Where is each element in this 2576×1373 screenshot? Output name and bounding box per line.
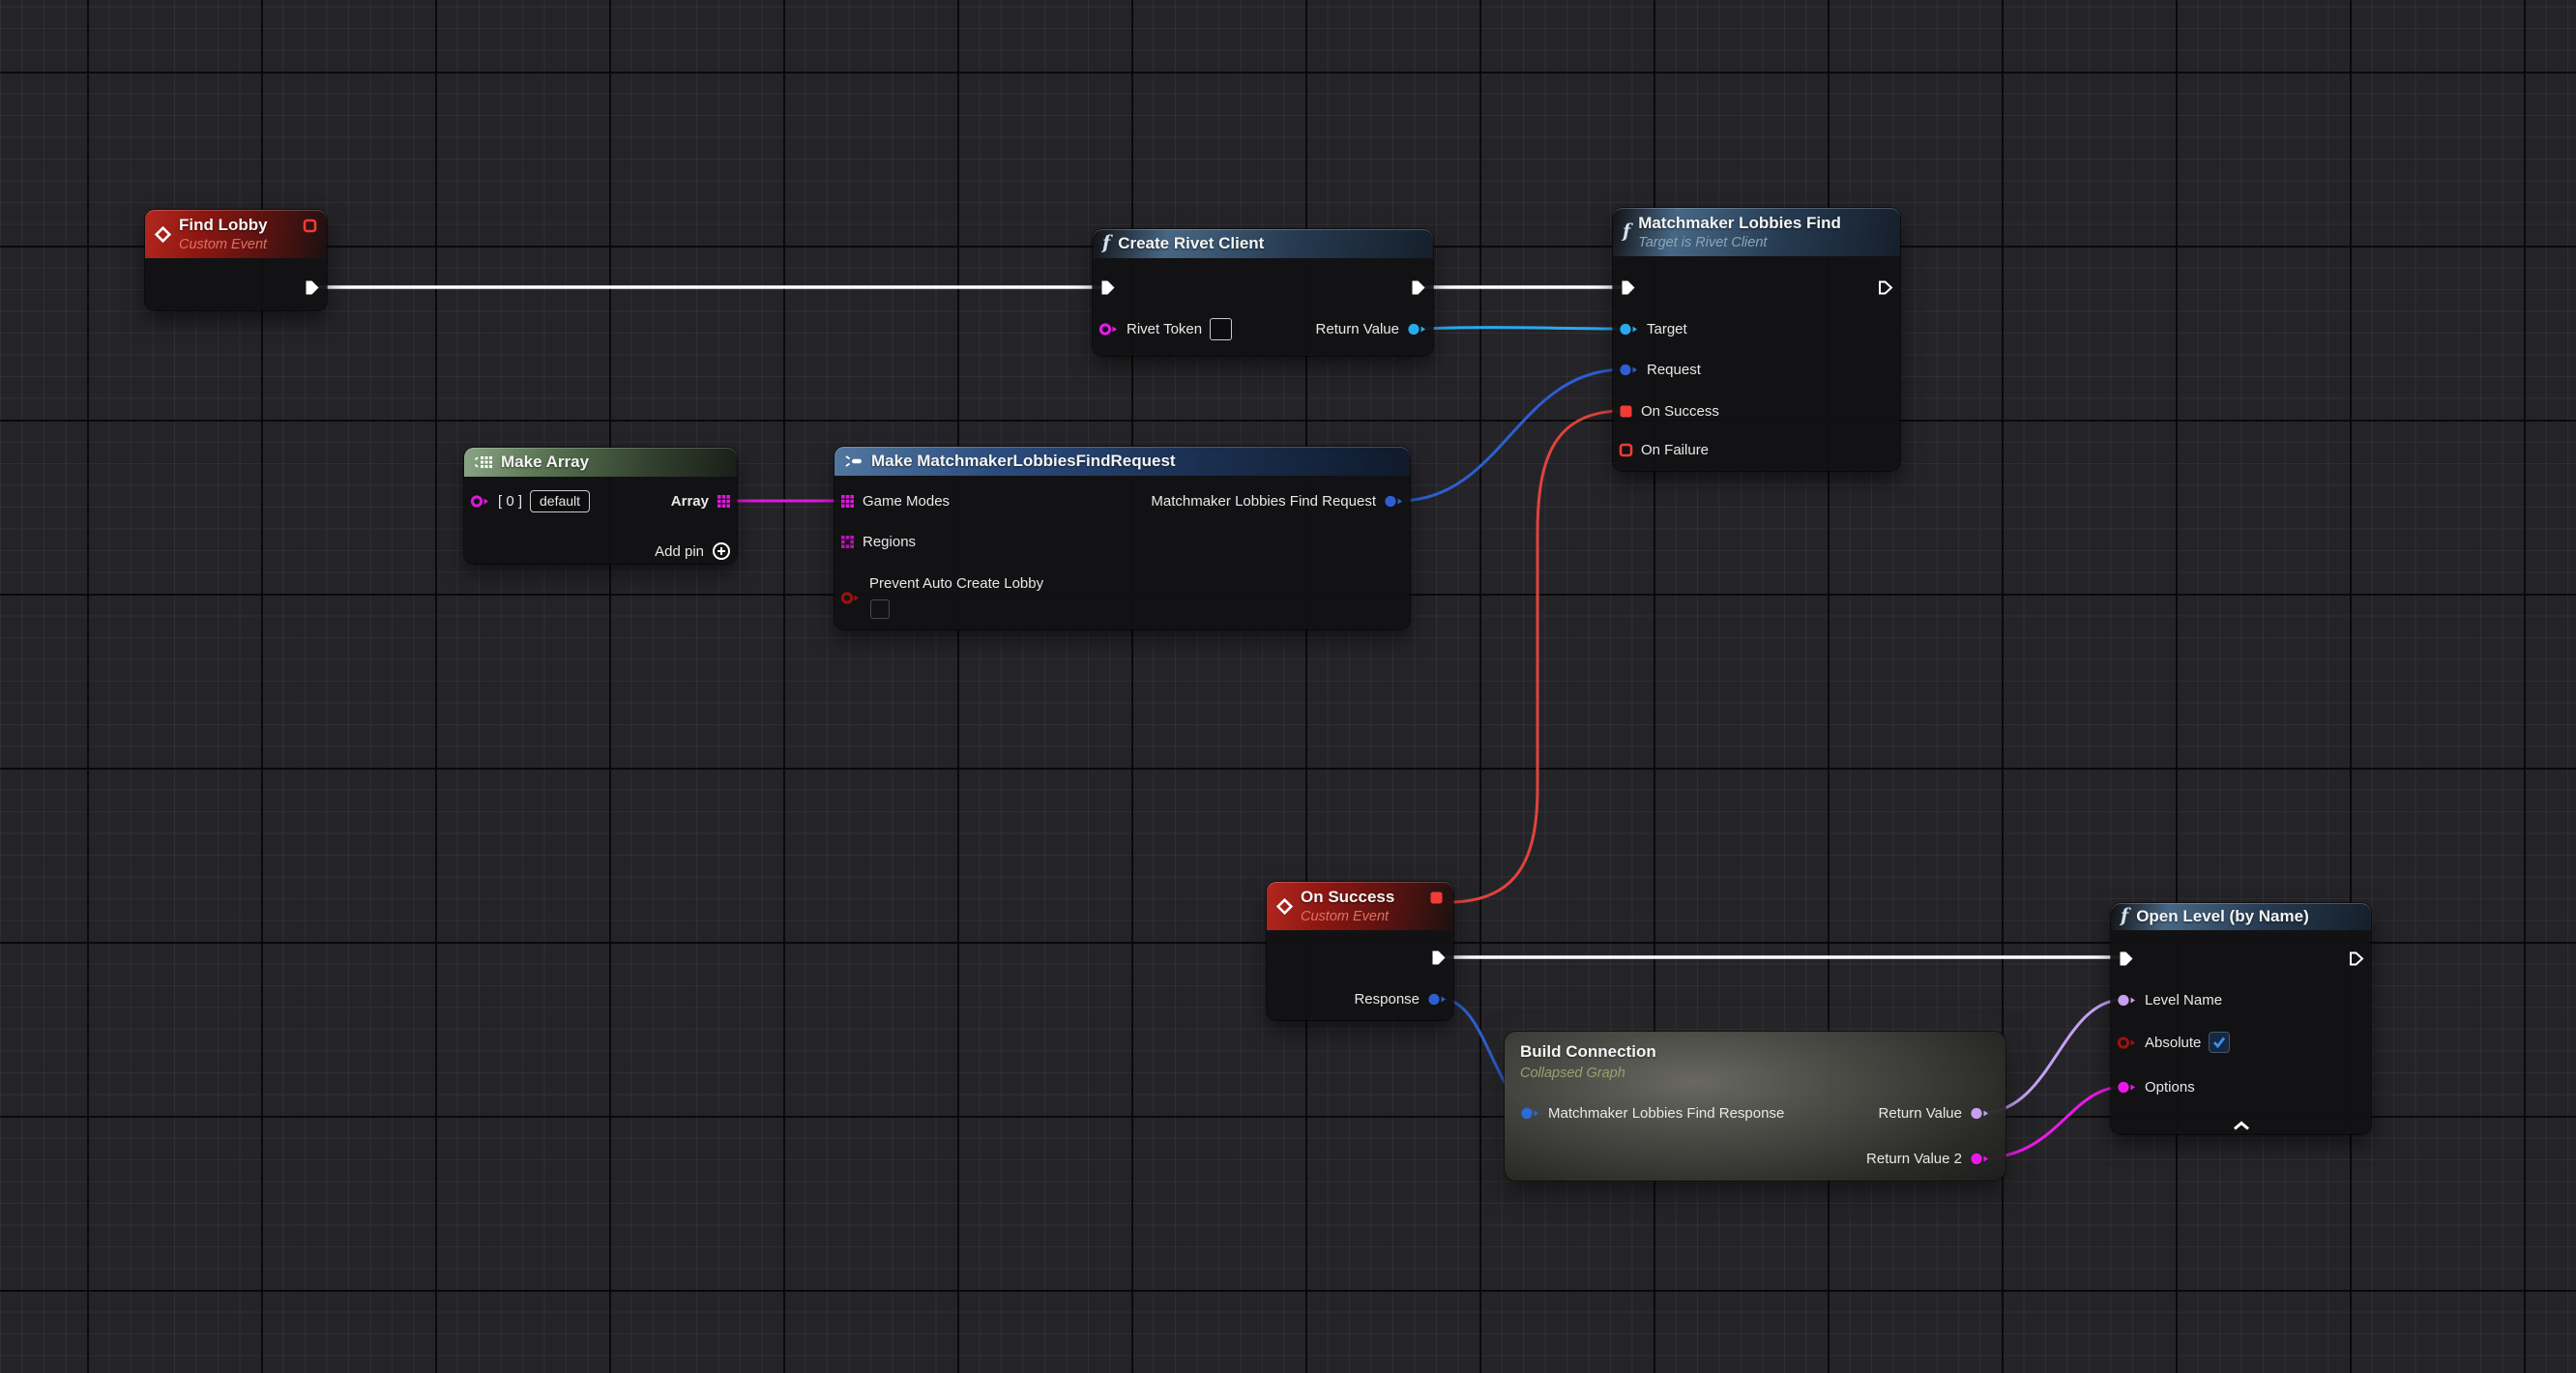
node-open-level-by-name[interactable]: f Open Level (by Name) Level Name Absolu… (2111, 903, 2371, 1134)
node-subtitle: Custom Event (1301, 908, 1394, 925)
struct-pin[interactable] (1427, 992, 1448, 1007)
node-matchmaker-lobbies-find[interactable]: f Matchmaker Lobbies Find Target is Rive… (1613, 208, 1900, 471)
node-header: On Success Custom Event (1267, 882, 1453, 930)
struct-pin[interactable] (1384, 494, 1404, 509)
node-title: Make Array (501, 453, 589, 472)
pin-label: Game Modes (863, 493, 950, 510)
node-make-array[interactable]: Make Array [ 0 ] default Array Add pin (464, 448, 737, 564)
collapse-chevron-icon[interactable] (2233, 1121, 2250, 1131)
node-title: Build Connection (1520, 1040, 1656, 1064)
make-struct-icon (844, 454, 864, 468)
element-0-input[interactable]: default (530, 490, 590, 512)
node-header: f Matchmaker Lobbies Find Target is Rive… (1613, 208, 1900, 256)
node-header: Make Array (464, 448, 737, 477)
absolute-checkbox[interactable] (2209, 1032, 2230, 1053)
pin-label: Return Value (1316, 321, 1399, 337)
pin-label: Return Value 2 (1866, 1151, 1962, 1167)
pin-label: On Failure (1641, 442, 1709, 458)
wildcard-pin-hollow[interactable] (470, 494, 490, 509)
string-pin-hollow[interactable] (1098, 322, 1119, 336)
array-pin[interactable] (840, 494, 855, 509)
pin-label: Return Value (1879, 1105, 1962, 1122)
custom-event-icon (155, 226, 171, 243)
exec-input-pin[interactable] (1098, 278, 1117, 297)
exec-input-pin[interactable] (2117, 949, 2135, 968)
name-pin[interactable] (1970, 1106, 1990, 1121)
node-header: Find Lobby Custom Event (145, 210, 327, 258)
array-pin-hollow[interactable] (840, 535, 855, 549)
pin-label: Matchmaker Lobbies Find Response (1548, 1105, 1784, 1122)
node-header: Make MatchmakerLobbiesFindRequest (834, 447, 1410, 476)
delegate-pin-connected[interactable] (1619, 404, 1633, 419)
exec-output-pin-unconnected[interactable] (2347, 949, 2365, 968)
pin-label: Prevent Auto Create Lobby (869, 575, 1043, 592)
add-pin-button[interactable] (712, 541, 731, 561)
string-pin[interactable] (1970, 1152, 1990, 1166)
struct-pin[interactable] (1520, 1106, 1540, 1121)
exec-input-pin[interactable] (1619, 278, 1637, 297)
node-subtitle: Collapsed Graph (1520, 1064, 1656, 1083)
node-build-connection[interactable]: Build Connection Collapsed Graph Matchma… (1505, 1032, 2005, 1181)
struct-pin[interactable] (1619, 363, 1639, 377)
pin-label: Regions (863, 534, 916, 550)
object-pin[interactable] (1619, 322, 1639, 336)
node-create-rivet-client[interactable]: f Create Rivet Client Rivet Token Return… (1093, 229, 1433, 356)
name-pin[interactable] (2117, 993, 2137, 1008)
wire-findrequest-request[interactable] (1400, 369, 1623, 501)
node-title: Matchmaker Lobbies Find (1638, 213, 1841, 233)
pin-label: On Success (1641, 403, 1719, 420)
node-on-success[interactable]: On Success Custom Event Response (1267, 882, 1453, 1020)
exec-output-pin-unconnected[interactable] (1876, 278, 1894, 297)
pin-label: [ 0 ] (498, 493, 522, 510)
node-header: f Create Rivet Client (1093, 229, 1433, 258)
prevent-auto-create-lobby-checkbox[interactable] (870, 599, 890, 619)
function-icon: f (2121, 905, 2128, 926)
node-title: Make MatchmakerLobbiesFindRequest (871, 452, 1176, 471)
exec-output-pin[interactable] (1409, 278, 1427, 297)
pin-label: Level Name (2145, 992, 2222, 1008)
node-title: Find Lobby (179, 215, 268, 235)
array-pin[interactable] (717, 494, 731, 509)
node-title: On Success (1301, 887, 1394, 907)
node-make-matchmakerlobbiesfindrequest[interactable]: Make MatchmakerLobbiesFindRequest Game M… (834, 447, 1410, 629)
delegate-pin-connected[interactable] (1429, 891, 1444, 905)
pin-label: Target (1647, 321, 1687, 337)
node-subtitle: Custom Event (179, 236, 268, 253)
wire-returnvalue-target[interactable] (1423, 328, 1623, 329)
node-find-lobby[interactable]: Find Lobby Custom Event (145, 210, 327, 310)
node-subtitle: Target is Rivet Client (1638, 234, 1841, 251)
add-pin-label: Add pin (655, 543, 704, 560)
custom-event-icon (1276, 898, 1293, 915)
pin-label: Request (1647, 362, 1701, 378)
bool-pin-hollow[interactable] (2117, 1036, 2137, 1050)
delegate-pin[interactable] (303, 219, 317, 233)
pin-label: Response (1354, 991, 1420, 1008)
wire-layer (0, 0, 2576, 1373)
node-title: Open Level (by Name) (2136, 907, 2309, 926)
function-icon: f (1623, 220, 1630, 242)
pin-label: Rivet Token (1127, 321, 1202, 337)
string-pin[interactable] (2117, 1080, 2137, 1095)
function-icon: f (1102, 232, 1110, 253)
node-title: Create Rivet Client (1118, 234, 1264, 253)
wire-delegate-onsuccess[interactable] (1444, 411, 1623, 902)
node-header: f Open Level (by Name) (2111, 903, 2371, 930)
delegate-pin-hollow[interactable] (1619, 443, 1633, 457)
bool-pin-hollow[interactable] (840, 591, 861, 605)
make-array-icon (474, 455, 493, 469)
exec-output-pin[interactable] (303, 278, 321, 297)
pin-label: Absolute (2145, 1035, 2201, 1051)
rivet-token-input[interactable] (1210, 318, 1232, 340)
blueprint-graph-canvas[interactable]: Find Lobby Custom Event f Create Rivet C… (0, 0, 2576, 1373)
object-pin[interactable] (1407, 322, 1427, 336)
pin-label: Array (671, 493, 709, 510)
exec-output-pin[interactable] (1429, 949, 1448, 967)
pin-label: Options (2145, 1079, 2195, 1095)
pin-label: Matchmaker Lobbies Find Request (1151, 493, 1376, 510)
